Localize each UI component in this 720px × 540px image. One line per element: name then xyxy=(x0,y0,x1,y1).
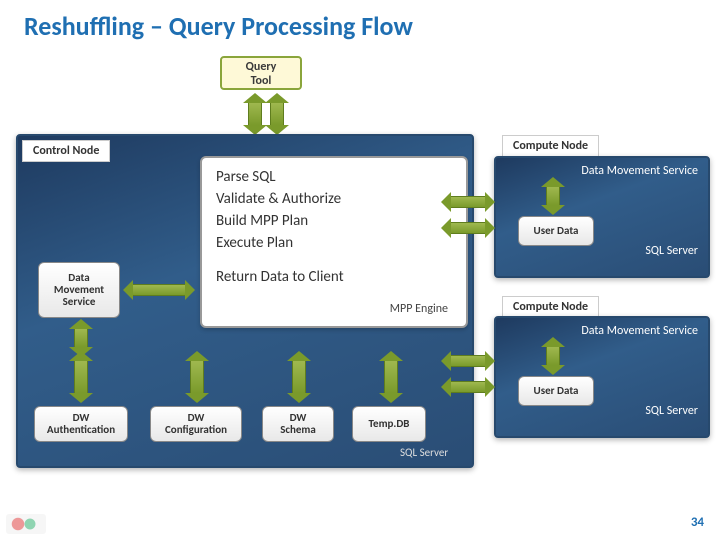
step-build: Build MPP Plan xyxy=(216,212,452,230)
compute-node-label-1: Compute Node xyxy=(502,135,599,157)
dms-control-box: Data Movement Service xyxy=(38,262,120,318)
temp-db: Temp.DB xyxy=(352,406,426,442)
control-node-label: Control Node xyxy=(22,140,110,162)
compute-node-label-2: Compute Node xyxy=(502,296,599,318)
dw-authentication: DW Authentication xyxy=(34,406,128,442)
sql-server-2: SQL Server xyxy=(645,404,698,418)
sql-server-control: SQL Server xyxy=(400,446,448,459)
dms-label-1: Data Movement Service xyxy=(581,164,698,178)
arrow-h4 xyxy=(450,381,486,393)
user-data-2: User Data xyxy=(518,376,594,406)
dms-label-2: Data Movement Service xyxy=(581,324,698,338)
compute-node-panel-1: Data Movement Service User Data SQL Serv… xyxy=(494,156,710,278)
arrow-dms-steps xyxy=(132,284,186,296)
arrow-compute1-v xyxy=(546,186,560,206)
arrow-v4 xyxy=(384,360,398,394)
dw-configuration: DW Configuration xyxy=(150,406,242,442)
mpp-engine-steps: Parse SQL Validate & Authorize Build MPP… xyxy=(200,156,468,328)
arrow-dms-down xyxy=(74,328,88,348)
mpp-engine-label: MPP Engine xyxy=(216,302,452,316)
query-tool-box: Query Tool xyxy=(220,56,302,90)
arrow-h3 xyxy=(450,355,486,367)
user-data-1: User Data xyxy=(518,216,594,246)
arrow-query-up xyxy=(270,102,284,126)
compute-node-panel-2: Data Movement Service User Data SQL Serv… xyxy=(494,316,710,438)
logo-icon xyxy=(6,514,46,534)
arrow-compute2-v xyxy=(546,346,560,366)
slide-title: Reshuffling – Query Processing Flow xyxy=(24,10,413,42)
arrow-h2 xyxy=(450,222,486,234)
dw-schema: DW Schema xyxy=(262,406,334,442)
page-number: 34 xyxy=(691,515,704,530)
step-validate: Validate & Authorize xyxy=(216,190,452,208)
sql-server-1: SQL Server xyxy=(645,244,698,258)
arrow-v1 xyxy=(74,360,88,394)
step-execute: Execute Plan xyxy=(216,234,452,252)
arrow-v3 xyxy=(292,360,306,394)
arrow-v2 xyxy=(190,360,204,394)
arrow-query-down xyxy=(248,102,262,126)
step-parse: Parse SQL xyxy=(216,168,452,186)
step-return: Return Data to Client xyxy=(216,268,452,286)
arrow-h1 xyxy=(450,196,486,208)
